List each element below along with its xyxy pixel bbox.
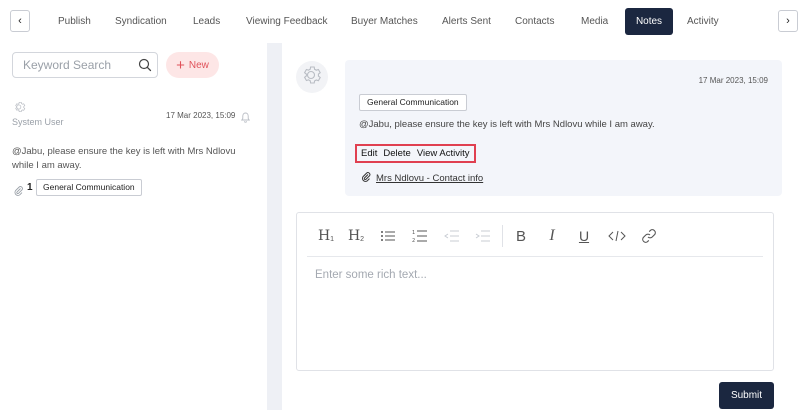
tab-bar: ‹ Publish Syndication Leads Viewing Feed… [0, 0, 800, 43]
tab-leads[interactable]: Leads [183, 8, 230, 35]
tab-contacts[interactable]: Contacts [505, 8, 564, 35]
view-activity-link[interactable]: View Activity [417, 148, 470, 159]
search-input[interactable] [23, 58, 133, 72]
note-preview-text: @Jabu, please ensure the key is left wit… [12, 146, 236, 171]
heading-2-button[interactable]: H2 [347, 226, 365, 246]
delete-note-link[interactable]: Delete [383, 148, 410, 159]
note-category-tag: General Communication [36, 179, 142, 196]
attachment-count: 1 [27, 182, 33, 193]
plus-icon: + [176, 56, 185, 74]
submit-button[interactable]: Submit [719, 382, 774, 409]
toolbar-separator-line [307, 256, 763, 257]
outdent-icon[interactable] [443, 226, 461, 246]
rich-text-editor: H1 H2 12 B I U Enter some rich text... [296, 212, 774, 371]
edit-note-link[interactable]: Edit [361, 148, 377, 159]
heading-1-button[interactable]: H1 [317, 226, 335, 246]
link-icon[interactable] [640, 226, 658, 246]
tab-media[interactable]: Media [571, 8, 618, 35]
svg-text:2: 2 [412, 238, 415, 244]
note-date: 17 Mar 2023, 15:09 [698, 76, 768, 85]
search-icon[interactable] [138, 58, 152, 77]
gear-icon [303, 66, 321, 84]
bold-button[interactable]: B [513, 226, 529, 246]
note-actions: Edit Delete View Activity [355, 144, 476, 163]
underline-button[interactable]: U [576, 226, 592, 246]
chevron-left-icon: ‹ [18, 15, 22, 27]
tab-notes[interactable]: Notes [625, 8, 673, 35]
paperclip-icon [14, 183, 23, 201]
avatar [296, 61, 328, 93]
numbered-list-icon[interactable]: 12 [411, 226, 429, 246]
new-note-button[interactable]: + New [166, 52, 219, 78]
notes-list-panel: + New System User 17 Mar 2023, 15:09 @Ja… [0, 43, 267, 410]
paperclip-icon [361, 169, 371, 187]
code-icon[interactable] [607, 226, 627, 246]
tab-alerts-sent[interactable]: Alerts Sent [432, 8, 501, 35]
tab-viewing-feedback[interactable]: Viewing Feedback [236, 8, 338, 35]
tab-buyer-matches[interactable]: Buyer Matches [341, 8, 428, 35]
indent-icon[interactable] [474, 226, 492, 246]
tab-scroll-left-button[interactable]: ‹ [10, 10, 30, 32]
italic-button[interactable]: I [544, 226, 560, 246]
bell-icon[interactable] [240, 110, 251, 128]
note-card: 17 Mar 2023, 15:09 General Communication… [345, 60, 782, 196]
chevron-right-icon: › [786, 15, 790, 27]
note-category-tag: General Communication [359, 94, 467, 111]
note-detail-panel: 17 Mar 2023, 15:09 General Communication… [282, 43, 800, 410]
toolbar-divider [502, 225, 503, 247]
note-list-item[interactable]: System User 17 Mar 2023, 15:09 @Jabu, pl… [0, 95, 267, 205]
svg-text:1: 1 [412, 230, 415, 236]
tab-activity[interactable]: Activity [677, 8, 729, 35]
bullet-list-icon[interactable] [379, 226, 397, 246]
note-date: 17 Mar 2023, 15:09 [166, 111, 236, 120]
editor-toolbar: H1 H2 12 B I U [297, 213, 775, 257]
note-body-text: @Jabu, please ensure the key is left wit… [359, 119, 655, 130]
note-author: System User [12, 117, 64, 127]
new-note-label: New [188, 59, 209, 71]
search-box [12, 52, 158, 78]
tab-scroll-right-button[interactable]: › [778, 10, 798, 32]
contact-attachment: Mrs Ndlovu - Contact info [361, 169, 483, 187]
tab-publish[interactable]: Publish [48, 8, 101, 35]
contact-info-link[interactable]: Mrs Ndlovu - Contact info [376, 173, 483, 184]
tab-syndication[interactable]: Syndication [105, 8, 177, 35]
editor-input-area[interactable]: Enter some rich text... [315, 269, 427, 281]
